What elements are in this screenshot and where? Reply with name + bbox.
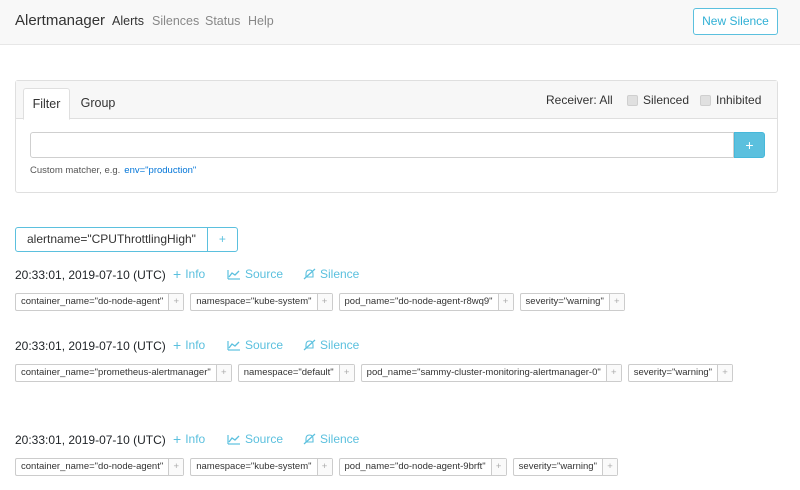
label-chip: severity="warning" + xyxy=(512,458,618,476)
nav-status[interactable]: Status xyxy=(205,14,240,28)
info-button[interactable]: + Info xyxy=(173,432,205,446)
label-add-button[interactable]: + xyxy=(168,459,184,475)
label-chip: container_name="prometheus-alertmanager"… xyxy=(15,364,232,382)
alert-timestamp: 20:33:01, 2019-07-10 (UTC) xyxy=(15,339,166,353)
source-label: Source xyxy=(245,432,284,446)
new-silence-button[interactable]: New Silence xyxy=(693,8,778,35)
label-chip-text[interactable]: severity="warning" xyxy=(514,459,602,475)
hint-example: env="production" xyxy=(124,165,197,176)
nav-help[interactable]: Help xyxy=(248,14,274,28)
filter-card: Filter Group Receiver: All Silenced Inhi… xyxy=(15,80,778,193)
label-chip: pod_name="do-node-agent-r8wq9" + xyxy=(338,293,514,311)
nav-silences[interactable]: Silences xyxy=(152,14,199,28)
alert-labels: container_name="do-node-agent" + namespac… xyxy=(15,458,785,476)
label-chip-text[interactable]: container_name="do-node-agent" xyxy=(16,459,168,475)
tab-group[interactable]: Group xyxy=(76,88,120,120)
chart-line-icon xyxy=(227,434,240,445)
inhibited-label[interactable]: Inhibited xyxy=(716,93,761,107)
filter-hint: Custom matcher, e.g. env="production" xyxy=(30,165,196,176)
label-add-button[interactable]: + xyxy=(605,365,621,381)
alert-timestamp: 20:33:01, 2019-07-10 (UTC) xyxy=(15,268,166,282)
label-chip: pod_name="sammy-cluster-monitoring-alert… xyxy=(360,364,622,382)
group-label[interactable]: alertname="CPUThrottlingHigh" xyxy=(16,228,207,251)
silence-button[interactable]: Silence xyxy=(303,338,359,352)
alert-labels: container_name="do-node-agent" + namespac… xyxy=(15,293,785,311)
add-filter-button[interactable]: + xyxy=(734,132,765,158)
label-add-button[interactable]: + xyxy=(215,365,231,381)
group-label-chip: alertname="CPUThrottlingHigh" + xyxy=(15,227,238,252)
label-chip-text[interactable]: severity="warning" xyxy=(629,365,717,381)
nav-alerts[interactable]: Alerts xyxy=(112,14,144,28)
label-add-button[interactable]: + xyxy=(316,294,332,310)
silenced-label[interactable]: Silenced xyxy=(643,93,689,107)
plus-icon: + xyxy=(173,337,182,353)
source-label: Source xyxy=(245,338,284,352)
alert-timestamp: 20:33:01, 2019-07-10 (UTC) xyxy=(15,433,166,447)
receiver-selector[interactable]: Receiver: All xyxy=(546,93,613,107)
silence-button[interactable]: Silence xyxy=(303,267,359,281)
chart-line-icon xyxy=(227,269,240,280)
info-button[interactable]: + Info xyxy=(173,267,205,281)
label-add-button[interactable]: + xyxy=(338,365,354,381)
alert-labels: container_name="prometheus-alertmanager"… xyxy=(15,364,785,382)
silence-label: Silence xyxy=(320,338,360,352)
tab-filter[interactable]: Filter xyxy=(23,88,70,120)
source-button[interactable]: Source xyxy=(227,432,283,446)
source-button[interactable]: Source xyxy=(227,338,283,352)
label-chip: namespace="kube-system" + xyxy=(190,458,333,476)
info-label: Info xyxy=(185,338,206,352)
label-add-button[interactable]: + xyxy=(601,459,617,475)
filter-card-header: Filter Group Receiver: All Silenced Inhi… xyxy=(16,81,777,120)
label-add-button[interactable]: + xyxy=(717,365,733,381)
bell-slash-icon xyxy=(303,268,316,280)
navbar: Alertmanager Alerts Silences Status Help… xyxy=(0,0,800,45)
label-chip-text[interactable]: pod_name="do-node-agent-r8wq9" xyxy=(340,294,498,310)
plus-icon: + xyxy=(173,431,182,447)
label-add-button[interactable]: + xyxy=(490,459,506,475)
silence-label: Silence xyxy=(320,432,360,446)
info-label: Info xyxy=(185,267,206,281)
source-button[interactable]: Source xyxy=(227,267,283,281)
label-chip: namespace="default" + xyxy=(237,364,355,382)
label-add-button[interactable]: + xyxy=(168,294,184,310)
hint-text: Custom matcher, e.g. xyxy=(30,165,121,176)
label-chip-text[interactable]: container_name="do-node-agent" xyxy=(16,294,168,310)
label-chip-text[interactable]: namespace="default" xyxy=(239,365,339,381)
label-chip: container_name="do-node-agent" + xyxy=(15,458,185,476)
bell-slash-icon xyxy=(303,339,316,351)
silence-button[interactable]: Silence xyxy=(303,432,359,446)
label-chip-text[interactable]: container_name="prometheus-alertmanager" xyxy=(16,365,216,381)
label-add-button[interactable]: + xyxy=(608,294,624,310)
label-chip: severity="warning" + xyxy=(627,364,734,382)
label-chip-text[interactable]: namespace="kube-system" xyxy=(191,459,316,475)
label-chip: container_name="do-node-agent" + xyxy=(15,293,185,311)
label-add-button[interactable]: + xyxy=(316,459,332,475)
silenced-checkbox[interactable] xyxy=(627,95,638,106)
group-add-button[interactable]: + xyxy=(206,228,237,251)
chart-line-icon xyxy=(227,340,240,351)
info-label: Info xyxy=(185,432,206,446)
silence-label: Silence xyxy=(320,267,360,281)
label-chip-text[interactable]: namespace="kube-system" xyxy=(191,294,316,310)
filter-input[interactable] xyxy=(30,132,734,158)
label-chip-text[interactable]: pod_name="sammy-cluster-monitoring-alert… xyxy=(362,365,606,381)
source-label: Source xyxy=(245,267,284,281)
bell-slash-icon xyxy=(303,433,316,445)
label-add-button[interactable]: + xyxy=(497,294,513,310)
label-chip-text[interactable]: pod_name="do-node-agent-9brft" xyxy=(340,459,491,475)
info-button[interactable]: + Info xyxy=(173,338,205,352)
inhibited-checkbox[interactable] xyxy=(700,95,711,106)
label-chip: namespace="kube-system" + xyxy=(190,293,333,311)
brand-link[interactable]: Alertmanager xyxy=(15,12,105,29)
label-chip: pod_name="do-node-agent-9brft" + xyxy=(338,458,507,476)
plus-icon: + xyxy=(173,266,182,282)
label-chip: severity="warning" + xyxy=(519,293,625,311)
label-chip-text[interactable]: severity="warning" xyxy=(521,294,609,310)
